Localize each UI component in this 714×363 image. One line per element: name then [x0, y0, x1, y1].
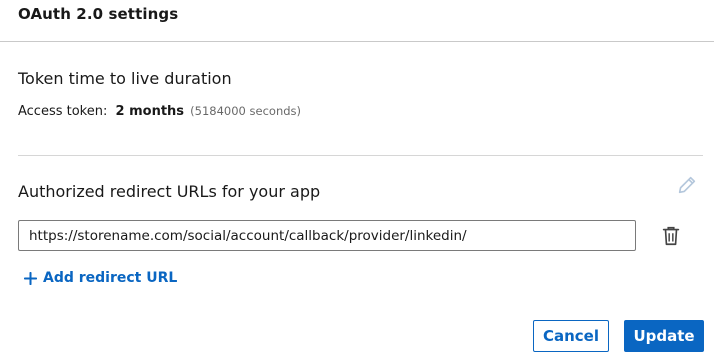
redirect-urls-title: Authorized redirect URLs for your app	[18, 182, 321, 201]
plus-icon	[24, 271, 37, 285]
redirect-url-input[interactable]	[18, 220, 636, 251]
section-divider	[18, 155, 703, 156]
pencil-icon	[678, 176, 696, 194]
access-token-seconds: (5184000 seconds)	[190, 104, 302, 118]
update-button[interactable]: Update	[624, 320, 704, 352]
access-token-value: 2 months	[115, 104, 185, 119]
add-redirect-url-label: Add redirect URL	[43, 270, 178, 286]
add-redirect-url-button[interactable]: Add redirect URL	[24, 270, 177, 286]
cancel-button[interactable]: Cancel	[533, 320, 609, 352]
token-ttl-title: Token time to live duration	[18, 69, 232, 88]
trash-icon	[662, 226, 680, 246]
delete-redirect-url-button[interactable]	[659, 224, 683, 248]
page-title: OAuth 2.0 settings	[18, 5, 179, 23]
oauth-settings-panel: OAuth 2.0 settings Token time to live du…	[0, 0, 714, 363]
panel-header: OAuth 2.0 settings	[0, 0, 714, 42]
access-token-line: Access token: 2 months (5184000 seconds)	[18, 104, 301, 119]
access-token-label: Access token:	[18, 104, 108, 119]
edit-redirect-urls-button[interactable]	[675, 173, 699, 197]
